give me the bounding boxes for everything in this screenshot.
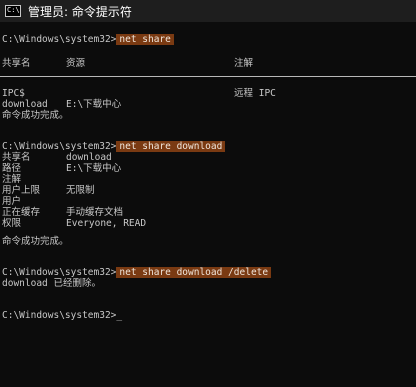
property-key: 权限 <box>2 218 22 229</box>
console-line: C:\Windows\system32> net share download /… <box>2 267 272 278</box>
property-value: E:\下载中心 <box>66 163 122 174</box>
property-value: download <box>66 152 112 163</box>
console-output[interactable]: C:\Windows\system32> net share 共享名 资源 注解 … <box>0 28 416 387</box>
property-key: 用户上限 <box>2 185 41 196</box>
column-header-remark: 注解 <box>234 58 254 69</box>
share-name-ipc: IPC$ <box>2 88 25 99</box>
status-line: 命令成功完成。 <box>2 110 69 121</box>
column-header-share-name: 共享名 <box>2 58 31 69</box>
share-resource-download: E:\下载中心 <box>66 99 122 110</box>
command-highlight: net share download /delete <box>116 267 272 278</box>
console-line: C:\Windows\system32> net share <box>2 34 174 45</box>
title-bar[interactable]: C:\ 管理员: 命令提示符 <box>0 0 416 22</box>
property-value: 无限制 <box>66 185 95 196</box>
command-highlight: net share <box>116 34 174 45</box>
property-key: 正在缓存 <box>2 207 41 218</box>
column-header-resource: 资源 <box>66 58 86 69</box>
cmd-icon: C:\ <box>5 5 21 17</box>
prompt: C:\Windows\system32> <box>2 267 117 278</box>
property-value: 手动缓存文档 <box>66 207 124 218</box>
cursor: _ <box>116 310 123 321</box>
console-line[interactable]: C:\Windows\system32>_ <box>2 310 122 321</box>
share-name-download: download <box>2 99 48 110</box>
command-highlight: net share download <box>116 141 226 152</box>
table-divider <box>0 76 416 77</box>
status-line: 命令成功完成。 <box>2 236 69 247</box>
property-key: 注解 <box>2 174 22 185</box>
property-key: 用户 <box>2 196 22 207</box>
command-prompt-window: C:\ 管理员: 命令提示符 C:\Windows\system32> net s… <box>0 0 416 387</box>
window-title: 管理员: 命令提示符 <box>28 4 132 19</box>
console-line: C:\Windows\system32> net share download <box>2 141 226 152</box>
prompt: C:\Windows\system32> <box>2 141 117 152</box>
property-key: 共享名 <box>2 152 31 163</box>
prompt: C:\Windows\system32> <box>2 310 117 321</box>
property-key: 路径 <box>2 163 22 174</box>
property-value: Everyone, READ <box>66 218 147 229</box>
share-remark-ipc: 远程 IPC <box>234 88 276 99</box>
prompt: C:\Windows\system32> <box>2 34 117 45</box>
status-line: download 已经删除。 <box>2 278 101 289</box>
